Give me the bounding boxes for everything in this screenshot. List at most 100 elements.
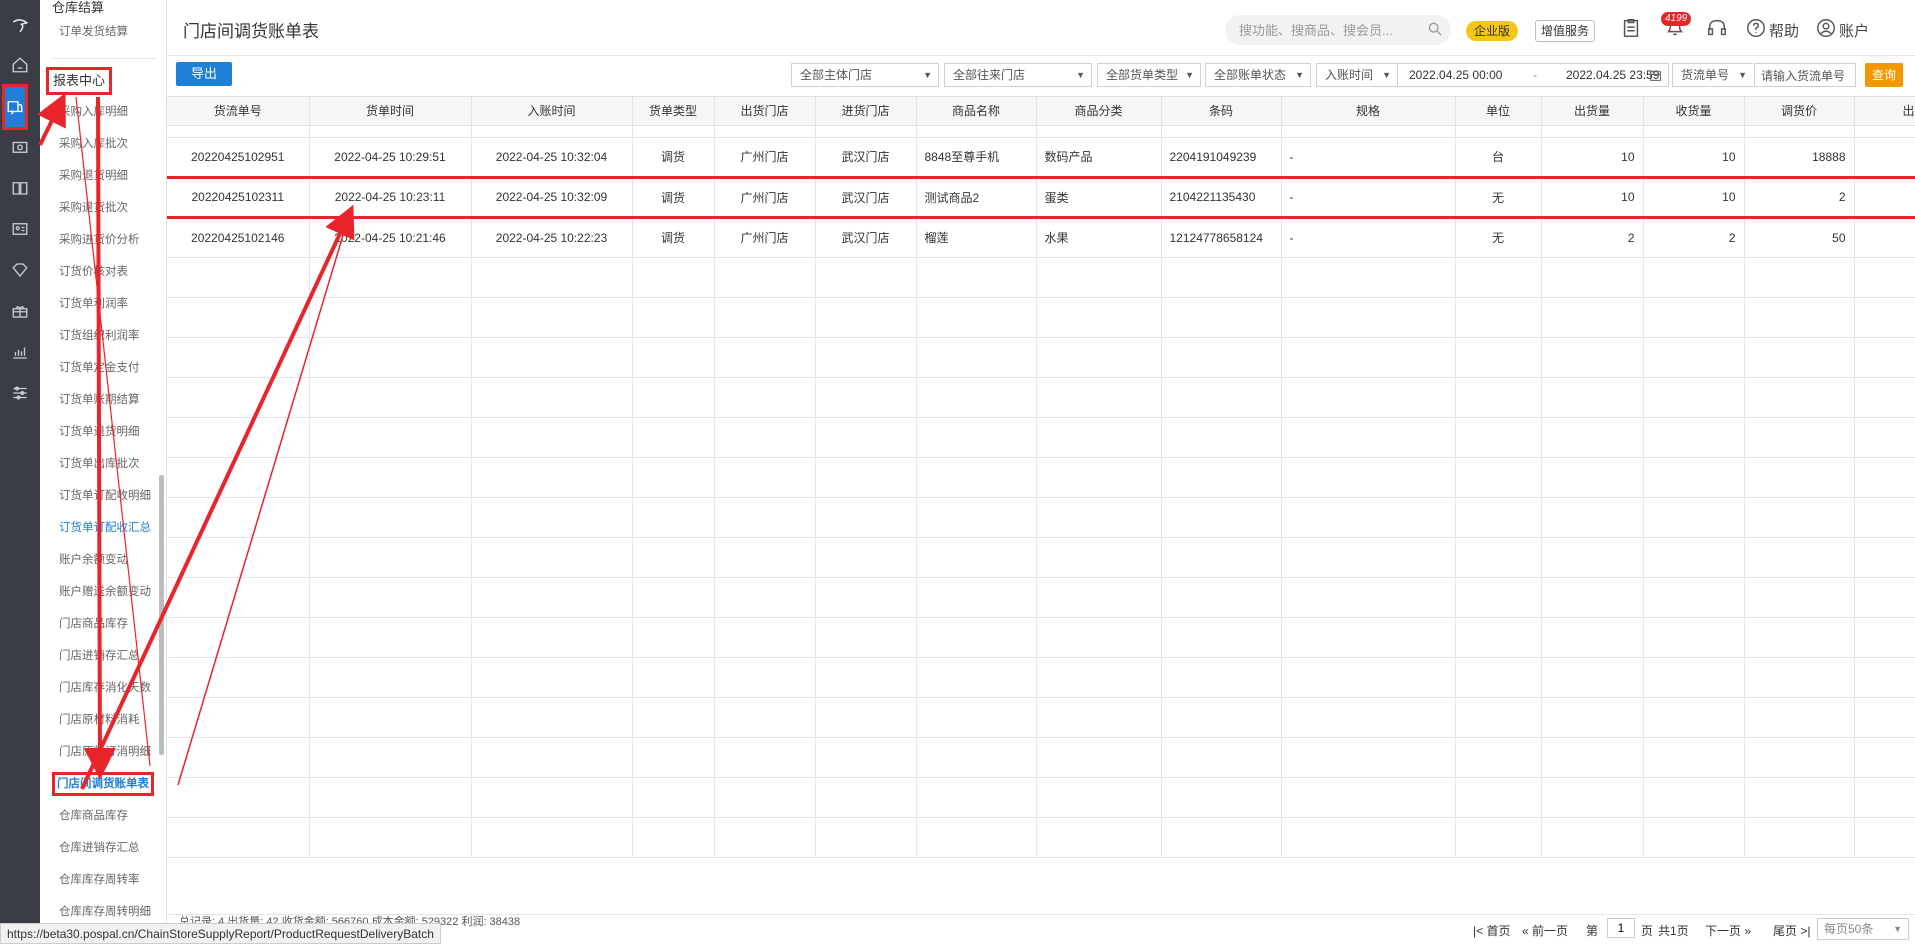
report-center-icon[interactable]	[2, 84, 28, 130]
export-button[interactable]: 导出	[176, 62, 232, 86]
column-header[interactable]: 规格	[1281, 97, 1456, 126]
column-header[interactable]: 货单类型	[632, 97, 715, 126]
gift-icon[interactable]	[5, 294, 35, 328]
sidebar-item[interactable]: 仓库商品库存	[59, 806, 128, 826]
diamond-icon[interactable]	[5, 253, 35, 287]
help-icon[interactable]	[1745, 17, 1767, 39]
sidebar-item[interactable]: 仓库库存周转明细	[59, 902, 151, 922]
date-range-picker[interactable]: 2022.04.25 00:00 - 2022.04.25 23:59	[1397, 63, 1669, 87]
date-start[interactable]: 2022.04.25 00:00	[1409, 64, 1502, 86]
sidebar-item[interactable]: 订货组织利润率	[59, 326, 140, 346]
sidebar-item[interactable]: 采购入库明细	[59, 102, 128, 122]
logo-icon[interactable]	[5, 8, 35, 42]
column-header[interactable]: 出货门店	[714, 97, 816, 126]
page-number-input[interactable]	[1607, 918, 1635, 938]
sidebar-item[interactable]: 门店进销存汇总	[59, 646, 140, 666]
table-cell	[1643, 617, 1745, 658]
sidebar-item[interactable]: 仓库进销存汇总	[59, 838, 140, 858]
table-row[interactable]: 20220425102951 2022-04-25 10:29:51 2022-04…	[167, 137, 1915, 178]
table-cell	[916, 817, 1037, 858]
sidebar-item[interactable]: 采购入库批次	[59, 134, 128, 154]
column-header[interactable]: 货流单号	[167, 97, 310, 126]
sidebar-item[interactable]: 采购退货明细	[59, 166, 128, 186]
first-page-link[interactable]: |< 首页	[1473, 922, 1510, 939]
sidebar-item[interactable]: 订货单利润率	[59, 294, 128, 314]
member-card-icon[interactable]	[5, 212, 35, 246]
last-page-link[interactable]: 尾页 >|	[1773, 922, 1810, 939]
column-header[interactable]: 进货门店	[815, 97, 917, 126]
sidebar-item[interactable]: 订货价核对表	[59, 262, 128, 282]
settings-sliders-icon[interactable]	[5, 376, 35, 410]
date-field-select[interactable]: 入账时间 ▼	[1316, 63, 1398, 87]
column-header[interactable]: 收货量	[1643, 97, 1745, 126]
per-page-select[interactable]: 每页50条 ▼	[1817, 918, 1909, 940]
global-search-input[interactable]	[1225, 15, 1451, 45]
clipboard-icon[interactable]	[1620, 17, 1642, 39]
column-header[interactable]: 条码	[1161, 97, 1282, 126]
table-cell	[1281, 337, 1456, 378]
edition-badge[interactable]: 企业版	[1466, 21, 1519, 41]
search-icon[interactable]	[1427, 21, 1443, 37]
table-cell: 2022-04-25 10:32:04	[471, 137, 633, 178]
column-header[interactable]: 调货价	[1744, 97, 1855, 126]
table-cell	[1455, 337, 1542, 378]
sidebar-item[interactable]: 订货单订配收明细	[59, 486, 151, 506]
search-type-select[interactable]: 货流单号 ▼	[1672, 63, 1754, 87]
table-row[interactable]: 20220425102146 2022-04-25 10:21:46 2022-04…	[167, 217, 1915, 258]
column-header[interactable]: 商品名称	[916, 97, 1037, 126]
counterpart-store-select[interactable]: 全部往来门店 ▼	[944, 63, 1092, 87]
book-icon[interactable]	[5, 171, 35, 205]
sidebar-item-order-delivery-settlement[interactable]: 订单发货结算	[59, 22, 128, 42]
sidebar-item[interactable]: 仓库库存周转率	[59, 870, 140, 890]
sidebar-item[interactable]: 门店原料订消明细	[59, 742, 151, 762]
sidebar-item[interactable]: 采购退货批次	[59, 198, 128, 218]
help-link[interactable]: 帮助	[1769, 20, 1799, 41]
headset-icon[interactable]	[1706, 17, 1728, 39]
table-cell: -	[1281, 217, 1456, 258]
chart-icon[interactable]	[5, 335, 35, 369]
sidebar-item[interactable]: 门店间调货账单表	[52, 772, 154, 796]
calendar-icon[interactable]	[1649, 69, 1662, 82]
next-page-link[interactable]: 下一页 »	[1705, 922, 1751, 939]
column-header[interactable]: 出货金额?	[1854, 97, 1915, 126]
table-cell	[1161, 417, 1282, 458]
home-icon[interactable]	[5, 48, 35, 82]
column-header[interactable]: 单位	[1455, 97, 1542, 126]
column-header[interactable]: 货单时间	[309, 97, 472, 126]
account-icon[interactable]	[1815, 17, 1837, 39]
table-cell	[471, 125, 633, 138]
sidebar-item[interactable]: 采购进货价分析	[59, 230, 140, 250]
column-header[interactable]: 出货量	[1541, 97, 1644, 126]
sidebar-item[interactable]: 门店原材料消耗	[59, 710, 140, 730]
sidebar-item[interactable]: 订货单定金支付	[59, 358, 140, 378]
sidebar-scrollbar[interactable]	[159, 475, 164, 755]
sidebar-item[interactable]: 账户余额变动	[59, 550, 128, 570]
sidebar-item[interactable]: 账户赠送余额变动	[59, 582, 151, 602]
sidebar-item[interactable]: 订货单账期结算	[59, 390, 140, 410]
sidebar-item-warehouse-settlement[interactable]: 仓库结算	[52, 0, 104, 16]
date-end[interactable]: 2022.04.25 23:59	[1566, 64, 1659, 86]
sidebar-item[interactable]: 订货单出库批次	[59, 454, 140, 474]
prev-page-link[interactable]: « 前一页	[1522, 922, 1568, 939]
table-cell	[815, 537, 917, 578]
column-header[interactable]: 商品分类	[1036, 97, 1162, 126]
sidebar-item[interactable]: 门店商品库存	[59, 614, 128, 634]
table-cell	[1643, 297, 1745, 338]
cashier-icon[interactable]	[5, 130, 35, 164]
table-cell	[1036, 377, 1162, 418]
sidebar-item[interactable]: 门店库存消化天数	[59, 678, 151, 698]
table-cell	[1541, 257, 1644, 298]
query-button[interactable]: 查询	[1865, 63, 1903, 87]
table-row[interactable]: 20220425102311 2022-04-25 10:23:11 2022-04…	[167, 175, 1915, 219]
main-store-select[interactable]: 全部主体门店 ▼	[791, 63, 939, 87]
table-cell	[1161, 817, 1282, 858]
value-added-services-button[interactable]: 增值服务	[1535, 20, 1596, 42]
table-cell	[1854, 377, 1915, 418]
bill-status-select[interactable]: 全部账单状态 ▼	[1205, 63, 1311, 87]
account-link[interactable]: 账户	[1839, 20, 1869, 41]
bill-type-select[interactable]: 全部货单类型 ▼	[1097, 63, 1201, 87]
sidebar-item[interactable]: 订货单退货明细	[59, 422, 140, 442]
sidebar-section-report-center[interactable]: 报表中心	[46, 67, 113, 95]
sidebar-item[interactable]: 订货单订配收汇总	[59, 518, 151, 538]
column-header[interactable]: 入账时间	[471, 97, 633, 126]
